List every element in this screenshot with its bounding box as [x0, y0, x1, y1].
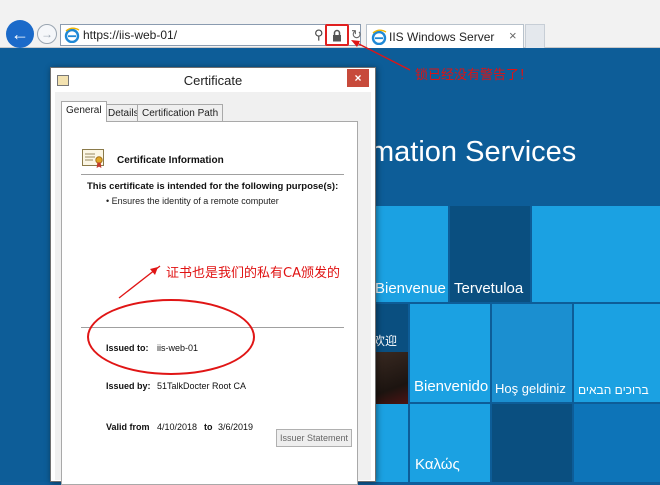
browser-toolbar: ← → https://iis-web-01/ ⚲ ▼ ↻ IIS Window…	[0, 0, 660, 48]
tile-label: Tervetuloa	[454, 280, 524, 297]
highlight-ellipse	[87, 299, 255, 375]
purpose-item: • Ensures the identity of a remote compu…	[106, 196, 279, 206]
ie-logo-icon	[64, 27, 80, 43]
page-title: mation Services	[370, 136, 577, 168]
tile-label: Bienvenido	[414, 378, 489, 395]
tile	[492, 404, 572, 482]
info-title: Certificate Information	[117, 155, 224, 166]
refresh-icon[interactable]: ↻	[351, 27, 362, 43]
search-icon[interactable]: ⚲	[314, 27, 324, 43]
tile: Bienvenue	[370, 206, 448, 302]
tab-general[interactable]: General	[61, 101, 107, 122]
new-tab-button[interactable]	[525, 24, 545, 48]
tile	[574, 404, 660, 482]
issued-by-value: 51TalkDocter Root CA	[157, 381, 247, 391]
issued-by-label: Issued by:	[106, 381, 151, 391]
tile: Καλώς	[410, 404, 490, 482]
close-tab-icon[interactable]: ×	[509, 28, 517, 43]
security-lock-button[interactable]	[325, 24, 349, 46]
tile	[532, 206, 660, 302]
lock-icon	[333, 29, 341, 41]
tile-label: Hoş geldiniz	[495, 381, 566, 396]
dialog-titlebar[interactable]: Certificate ×	[51, 68, 375, 92]
tile: Bienvenido	[410, 304, 490, 402]
tile-label: Καλώς	[415, 456, 460, 473]
certificate-icon	[82, 149, 104, 168]
ie-logo-icon	[371, 29, 387, 45]
browser-tab[interactable]: IIS Windows Server ×	[366, 24, 524, 48]
tile-label: 欢迎	[373, 334, 398, 348]
tile-label: Bienvenue	[375, 280, 446, 297]
valid-to-label: to	[204, 422, 213, 432]
valid-from-label: Valid from	[106, 422, 150, 432]
back-arrow-icon[interactable]: ←	[6, 20, 34, 48]
valid-to-value: 3/6/2019	[218, 422, 254, 432]
tile: Tervetuloa	[450, 206, 530, 302]
tile-label: ברוכים הבאים	[578, 383, 649, 397]
tab-title: IIS Windows Server	[389, 30, 495, 44]
close-button[interactable]: ×	[347, 69, 369, 87]
ca-annotation: 证书也是我们的私有CA颁发的	[166, 266, 340, 281]
dialog-body: General Details Certification Path Certi…	[55, 92, 371, 485]
url-text: https://iis-web-01/	[83, 28, 178, 42]
purpose-heading: This certificate is intended for the fol…	[87, 181, 339, 192]
dialog-title: Certificate	[183, 73, 243, 88]
tab-certification-path[interactable]: Certification Path	[137, 104, 224, 122]
issuer-statement-button[interactable]: Issuer Statement	[276, 429, 352, 447]
lock-annotation: 锁已经没有警告了！	[415, 68, 533, 83]
tile: Hoş geldiniz	[492, 304, 572, 402]
forward-arrow-icon[interactable]: →	[37, 24, 57, 44]
divider	[81, 174, 344, 175]
valid-from-value: 4/10/2018	[157, 422, 198, 432]
address-bar[interactable]: https://iis-web-01/ ⚲ ▼	[60, 24, 361, 46]
tile: ברוכים הבאים	[574, 304, 660, 402]
